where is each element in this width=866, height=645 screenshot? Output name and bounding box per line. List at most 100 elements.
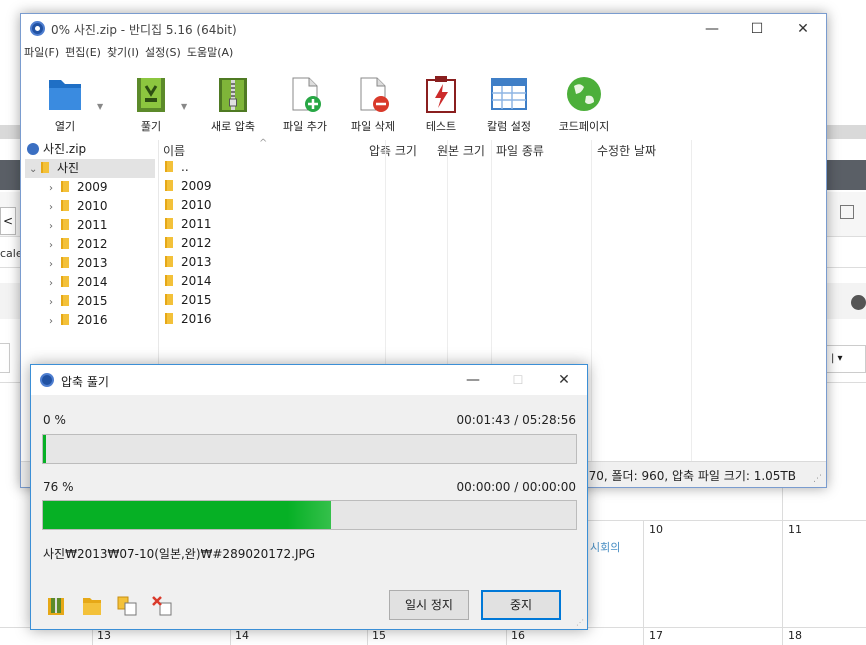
calendar-day[interactable]: 16 xyxy=(511,629,525,642)
copy-files-icon[interactable] xyxy=(116,595,138,617)
chevron-down-icon[interactable]: ⌄ xyxy=(29,160,41,179)
open-button[interactable]: 열기 xyxy=(35,68,95,140)
menu-find[interactable]: 찾기(I) xyxy=(104,44,142,60)
stop-button[interactable]: 중지 xyxy=(481,590,561,620)
tree-item-2011[interactable]: › 2011 xyxy=(49,216,108,235)
chevron-right-icon[interactable]: › xyxy=(49,236,61,255)
chevron-right-icon[interactable]: › xyxy=(49,198,61,217)
dialog-title-bar[interactable]: 압축 풀기 — ☐ ✕ xyxy=(31,365,587,395)
menu-file[interactable]: 파일(F) xyxy=(21,44,62,60)
list-item-label: 2014 xyxy=(181,274,212,288)
add-file-icon xyxy=(292,77,321,112)
title-bar[interactable]: 0% 사진.zip - 반디집 5.16 (64bit) — ☐ ✕ xyxy=(21,14,826,43)
total-percent: 0 % xyxy=(43,413,66,427)
column-header-original-size[interactable]: 원본 크기 xyxy=(437,142,485,159)
calendar-day[interactable]: 15 xyxy=(372,629,386,642)
folder-icon xyxy=(165,218,173,229)
tree-item-2009[interactable]: › 2009 xyxy=(49,178,108,197)
extract-label: 풀기 xyxy=(140,120,162,133)
codepage-button[interactable]: 코드페이지 xyxy=(551,68,617,140)
open-folder-after-extract-icon[interactable] xyxy=(46,595,68,617)
pause-button[interactable]: 일시 정지 xyxy=(389,590,469,620)
calendar-day[interactable]: 13 xyxy=(97,629,111,642)
bg-grid-line xyxy=(230,628,231,645)
chevron-right-icon[interactable]: › xyxy=(49,274,61,293)
list-item[interactable]: 2014 xyxy=(165,272,212,291)
maximize-button[interactable]: ☐ xyxy=(742,18,772,40)
column-settings-button[interactable]: 칼럼 설정 xyxy=(479,68,539,140)
resize-grip-icon[interactable]: ⋰ xyxy=(813,474,822,484)
menu-help[interactable]: 도움말(A) xyxy=(184,44,236,60)
folder-icon xyxy=(41,162,49,173)
calendar-event[interactable]: 시회의 xyxy=(590,539,620,555)
folder-icon xyxy=(165,237,173,248)
calendar-day[interactable]: 14 xyxy=(235,629,249,642)
dialog-resize-grip-icon[interactable]: ⋰ xyxy=(576,618,584,627)
tree-item-2010[interactable]: › 2010 xyxy=(49,197,108,216)
calendar-day[interactable]: 10 xyxy=(649,523,663,536)
bg-dropdown-icon[interactable]: | ▾ xyxy=(826,345,866,373)
list-item-parent[interactable]: .. xyxy=(165,158,189,177)
test-label: 테스트 xyxy=(425,120,457,133)
tree-item-2012[interactable]: › 2012 xyxy=(49,235,108,254)
file-time: 00:00:00 / 00:00:00 xyxy=(456,480,576,494)
chevron-right-icon[interactable]: › xyxy=(49,179,61,198)
bg-user-icon[interactable] xyxy=(851,295,866,310)
bg-back-tab[interactable]: < xyxy=(0,207,16,235)
dialog-minimize-button[interactable]: — xyxy=(458,369,488,391)
dialog-close-button[interactable]: ✕ xyxy=(549,369,579,391)
chevron-right-icon[interactable]: › xyxy=(49,293,61,312)
tree-item-2016[interactable]: › 2016 xyxy=(49,311,108,330)
extract-dropdown-icon[interactable]: ▼ xyxy=(181,102,187,111)
extract-icon xyxy=(137,78,165,112)
list-item[interactable]: 2013 xyxy=(165,253,212,272)
menu-edit[interactable]: 편집(E) xyxy=(62,44,104,60)
tree-item-label: 사진 xyxy=(57,161,80,175)
new-archive-button[interactable]: 새로 압축 xyxy=(203,68,263,140)
list-item[interactable]: 2012 xyxy=(165,234,212,253)
column-divider[interactable] xyxy=(591,140,592,462)
test-button[interactable]: 테스트 xyxy=(411,68,471,140)
chevron-right-icon[interactable]: › xyxy=(49,217,61,236)
calendar-day[interactable]: 11 xyxy=(788,523,802,536)
delete-file-icon xyxy=(360,77,389,112)
column-header-file-type[interactable]: 파일 종류 xyxy=(496,142,544,159)
calendar-day[interactable]: 17 xyxy=(649,629,663,642)
open-folder-icon[interactable] xyxy=(81,595,103,617)
tree-item-label: 2015 xyxy=(77,294,108,308)
total-progress-bar xyxy=(42,434,577,464)
delete-file-button[interactable]: 파일 삭제 xyxy=(343,68,403,140)
column-header-compressed-size[interactable]: 압축 크기 xyxy=(369,142,417,159)
total-time: 00:01:43 / 05:28:56 xyxy=(456,413,576,427)
tree-item-label: 2012 xyxy=(77,237,108,251)
delete-after-extract-icon[interactable] xyxy=(151,595,173,617)
chevron-right-icon[interactable]: › xyxy=(49,255,61,274)
tree-item-photos[interactable]: ⌄ 사진 xyxy=(25,159,155,178)
folder-icon xyxy=(165,180,173,191)
list-item[interactable]: 2009 xyxy=(165,177,212,196)
tree-item-2015[interactable]: › 2015 xyxy=(49,292,108,311)
dialog-maximize-button: ☐ xyxy=(512,373,524,387)
delete-file-label: 파일 삭제 xyxy=(351,120,395,133)
list-item[interactable]: 2016 xyxy=(165,310,212,329)
open-dropdown-icon[interactable]: ▼ xyxy=(97,102,103,111)
column-header-name[interactable]: 이름 ^ xyxy=(163,138,267,159)
bg-left-button[interactable] xyxy=(0,343,10,373)
list-item[interactable]: 2010 xyxy=(165,196,212,215)
tree-item-2013[interactable]: › 2013 xyxy=(49,254,108,273)
tree-root-zip[interactable]: 사진.zip xyxy=(27,140,86,159)
minimize-button[interactable]: — xyxy=(697,18,727,40)
bandizip-logo-icon xyxy=(30,21,45,36)
calendar-day[interactable]: 18 xyxy=(788,629,802,642)
bg-maximize-icon[interactable] xyxy=(840,205,854,219)
column-divider[interactable] xyxy=(691,140,692,462)
extract-button[interactable]: 풀기 xyxy=(121,68,181,140)
chevron-right-icon[interactable]: › xyxy=(49,312,61,331)
tree-item-2014[interactable]: › 2014 xyxy=(49,273,108,292)
close-button[interactable]: ✕ xyxy=(788,18,818,40)
add-file-button[interactable]: 파일 추가 xyxy=(275,68,335,140)
list-item[interactable]: 2015 xyxy=(165,291,212,310)
list-item[interactable]: 2011 xyxy=(165,215,212,234)
menu-settings[interactable]: 설정(S) xyxy=(142,44,184,60)
column-header-modified-date[interactable]: 수정한 날짜 xyxy=(597,142,656,159)
